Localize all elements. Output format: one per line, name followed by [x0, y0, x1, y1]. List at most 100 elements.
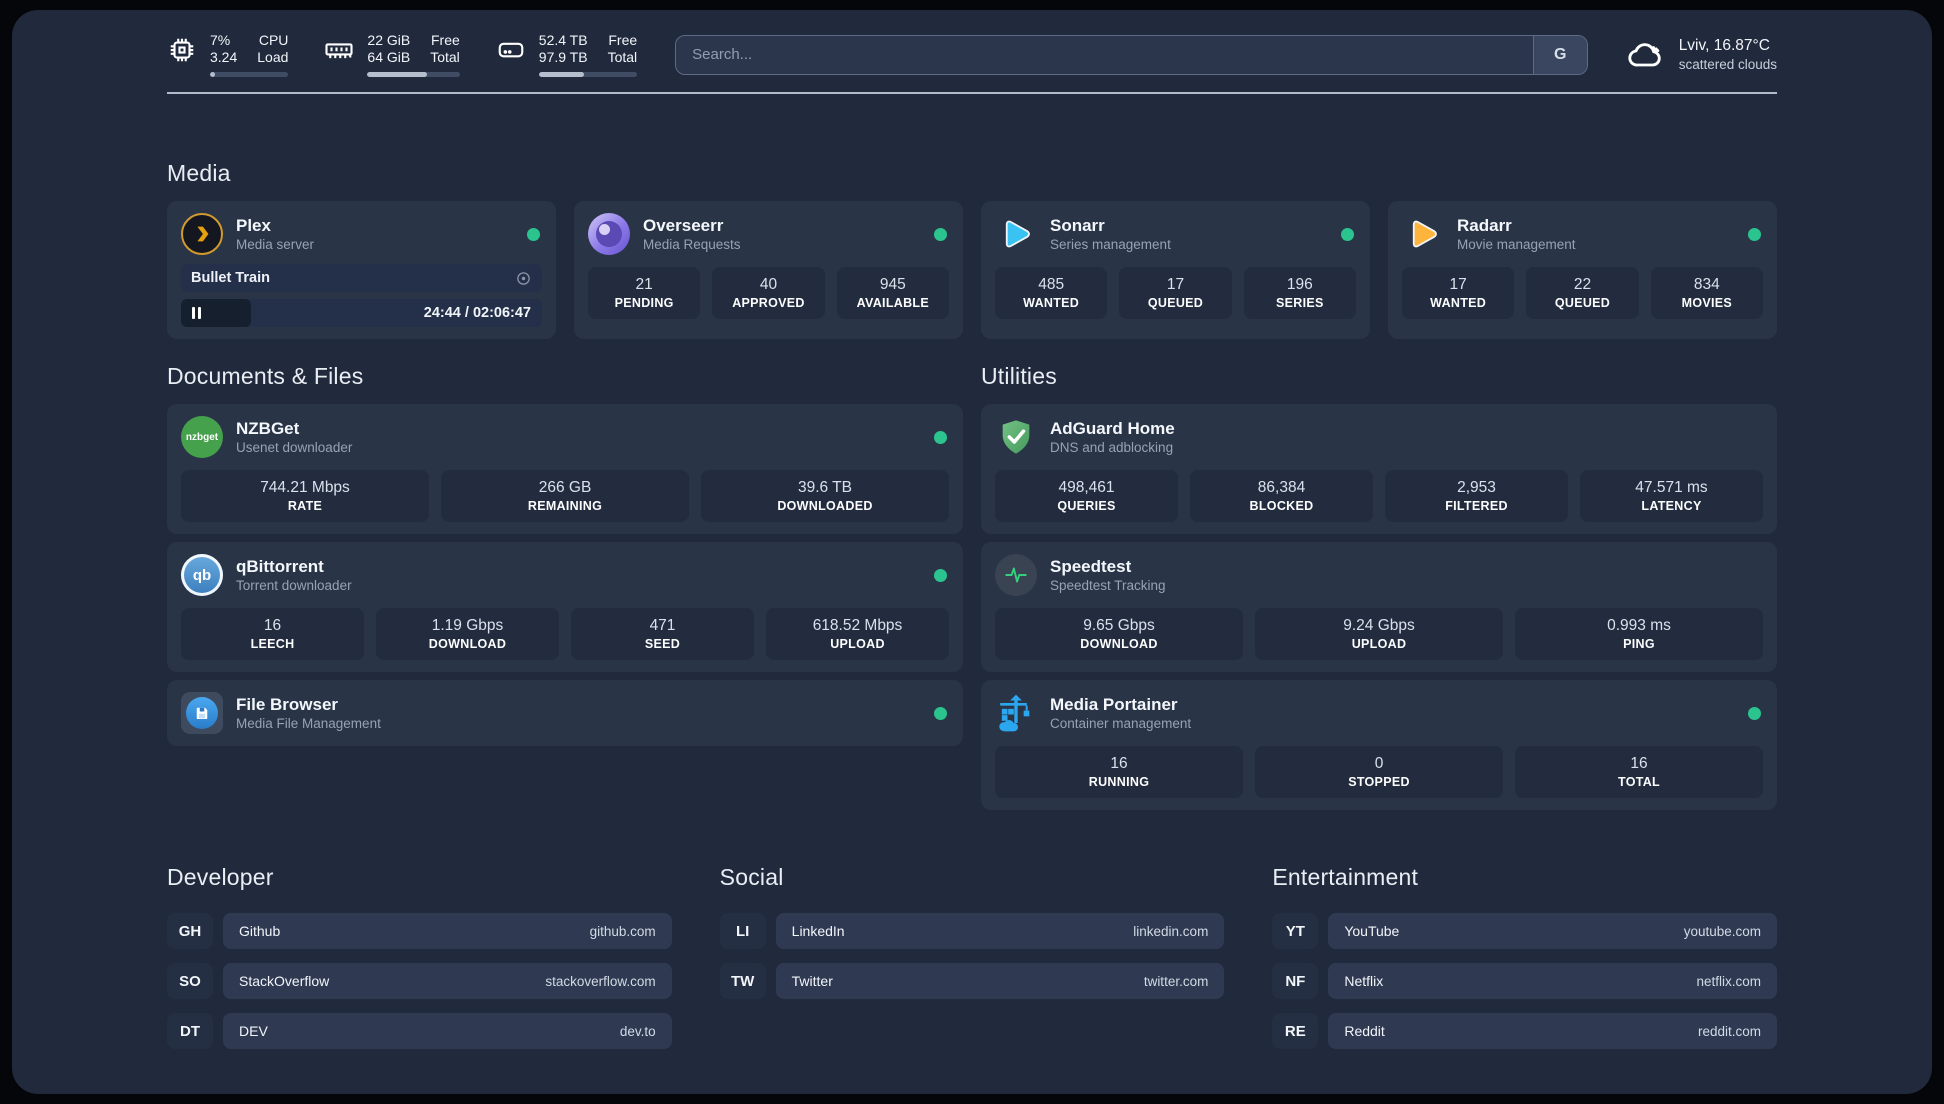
file-browser-card[interactable]: File Browser Media File Management — [167, 680, 963, 746]
bookmark-url: dev.to — [619, 1023, 656, 1039]
status-dot — [1748, 227, 1761, 241]
stat-label: TOTAL — [1617, 775, 1660, 789]
bookmark-youtube[interactable]: YT YouTube youtube.com — [1272, 913, 1777, 949]
stat-label: RUNNING — [1088, 775, 1150, 789]
bookmark-abbr: LI — [719, 913, 766, 949]
cpu-load-value: 3.24 — [210, 49, 238, 65]
section-title-documents: Documents & Files — [167, 363, 364, 389]
search-provider-button[interactable]: G — [1532, 35, 1587, 74]
stat-label: WANTED — [1430, 296, 1487, 310]
search-input[interactable] — [676, 35, 1533, 74]
stat-value: 17 — [1166, 276, 1185, 293]
disk-free-label: Free — [608, 32, 638, 48]
bookmark-name: YouTube — [1344, 923, 1400, 939]
now-playing-title: Bullet Train — [191, 270, 270, 286]
stat-value: 744.21 Mbps — [260, 479, 350, 496]
bookmark-stackoverflow[interactable]: SO StackOverflow stackoverflow.com — [167, 963, 672, 999]
status-dot — [934, 568, 947, 582]
card-title: Media Portainer — [1050, 695, 1178, 714]
status-dot — [1341, 227, 1354, 241]
disk-progress-bar — [538, 72, 638, 77]
qbittorrent-card[interactable]: qb qBittorrent Torrent downloader 16 LEE… — [167, 542, 963, 672]
stat-value: 471 — [649, 617, 676, 634]
section-title-media: Media — [167, 160, 231, 186]
stat-tile: 16 RUNNING — [995, 746, 1243, 798]
status-dot — [934, 227, 947, 241]
stat-value: 2,953 — [1457, 479, 1496, 496]
stat-label: WANTED — [1023, 296, 1080, 310]
stat-label: FILTERED — [1445, 499, 1508, 513]
stat-label: REMAINING — [527, 499, 603, 513]
stat-tile: 47.571 ms LATENCY — [1580, 470, 1763, 522]
group-title: Developer — [167, 864, 274, 890]
stat-label: PING — [1623, 637, 1655, 651]
stat-value: 39.6 TB — [797, 479, 852, 496]
session-view-icon[interactable] — [515, 270, 532, 287]
bookmark-netflix[interactable]: NF Netflix netflix.com — [1272, 963, 1777, 999]
stat-tile: 22 QUEUED — [1526, 267, 1639, 319]
weather-widget: Lviv, 16.87°C scattered clouds — [1626, 35, 1777, 75]
radarr-card[interactable]: Radarr Movie management 17 WANTED 22 QUE… — [1388, 201, 1777, 339]
overseerr-card[interactable]: Overseerr Media Requests 21 PENDING 40 A… — [574, 201, 963, 339]
stat-tile: 744.21 Mbps RATE — [181, 470, 429, 522]
stat-label: UPLOAD — [1351, 637, 1407, 651]
overseerr-icon — [588, 213, 630, 255]
card-title: NZBGet — [236, 419, 300, 438]
cpu-progress-bar — [210, 72, 289, 77]
group-title: Social — [719, 864, 784, 890]
card-subtitle: Speedtest Tracking — [1050, 578, 1166, 593]
plex-icon — [181, 213, 223, 255]
card-subtitle: Media server — [236, 237, 315, 252]
stat-tile: 16 TOTAL — [1515, 746, 1763, 798]
bookmark-github[interactable]: GH Github github.com — [167, 913, 672, 949]
stat-tile: 39.6 TB DOWNLOADED — [701, 470, 949, 522]
bookmark-url: linkedin.com — [1133, 923, 1209, 939]
cloud-icon — [1628, 42, 1661, 66]
card-title: Speedtest — [1050, 557, 1132, 576]
topbar-divider — [167, 92, 1777, 94]
stat-tile: 40 APPROVED — [712, 267, 825, 319]
bookmark-twitter[interactable]: TW Twitter twitter.com — [719, 963, 1225, 999]
card-subtitle: Media File Management — [236, 716, 381, 731]
bookmark-reddit[interactable]: RE Reddit reddit.com — [1272, 1013, 1777, 1049]
bookmark-url: twitter.com — [1143, 973, 1209, 989]
bookmark-abbr: DT — [167, 1013, 213, 1049]
memory-icon — [325, 43, 353, 59]
stat-label: UPLOAD — [830, 637, 885, 651]
status-dot — [1748, 706, 1761, 720]
stat-label: STOPPED — [1348, 775, 1410, 789]
stat-label: LATENCY — [1641, 499, 1702, 513]
nzbget-card[interactable]: nzbget NZBGet Usenet downloader 744.21 M… — [167, 404, 963, 534]
status-dot — [527, 227, 540, 241]
bookmark-linkedin[interactable]: LI LinkedIn linkedin.com — [719, 913, 1225, 949]
stat-tile: 834 MOVIES — [1650, 267, 1763, 319]
sonarr-card[interactable]: Sonarr Series management 485 WANTED 17 Q… — [981, 201, 1370, 339]
bookmark-name: Twitter — [791, 973, 833, 989]
stat-value: 485 — [1038, 276, 1065, 293]
cpu-icon — [170, 38, 194, 62]
file-browser-icon — [181, 692, 223, 734]
stat-value: 498,461 — [1058, 479, 1115, 496]
speedtest-card[interactable]: Speedtest Speedtest Tracking 9.65 Gbps D… — [981, 542, 1777, 672]
bookmark-abbr: SO — [167, 963, 213, 999]
bookmark-group-social: Social LI LinkedIn linkedin.com TW Twitt… — [719, 864, 1225, 1049]
system-stats: 7% CPU 3.24 Load 22 GiB Free 64 GiB Tota… — [167, 32, 638, 77]
stat-tile: 471 SEED — [571, 608, 754, 660]
bookmark-name: StackOverflow — [239, 973, 330, 989]
bookmark-url: stackoverflow.com — [545, 973, 656, 989]
card-subtitle: Container management — [1050, 716, 1192, 731]
stat-value: 9.24 Gbps — [1343, 617, 1415, 634]
stat-tile: 9.24 Gbps UPLOAD — [1255, 608, 1503, 660]
plex-card[interactable]: Plex Media server Bullet Train 24:44 / 0… — [167, 201, 556, 339]
sonarr-icon — [995, 213, 1037, 255]
adguard-home-card[interactable]: AdGuard Home DNS and adblocking 498,461 … — [981, 404, 1777, 534]
portainer-card[interactable]: Media Portainer Container management 16 … — [981, 680, 1777, 810]
stat-value: 618.52 Mbps — [812, 617, 903, 634]
bookmark-name: Reddit — [1344, 1023, 1385, 1039]
stat-label: DOWNLOADED — [777, 499, 873, 513]
stat-label: RATE — [287, 499, 323, 513]
portainer-icon — [995, 692, 1037, 734]
bookmark-dev[interactable]: DT DEV dev.to — [167, 1013, 672, 1049]
pause-icon — [192, 307, 201, 319]
stat-value: 16 — [263, 617, 282, 634]
